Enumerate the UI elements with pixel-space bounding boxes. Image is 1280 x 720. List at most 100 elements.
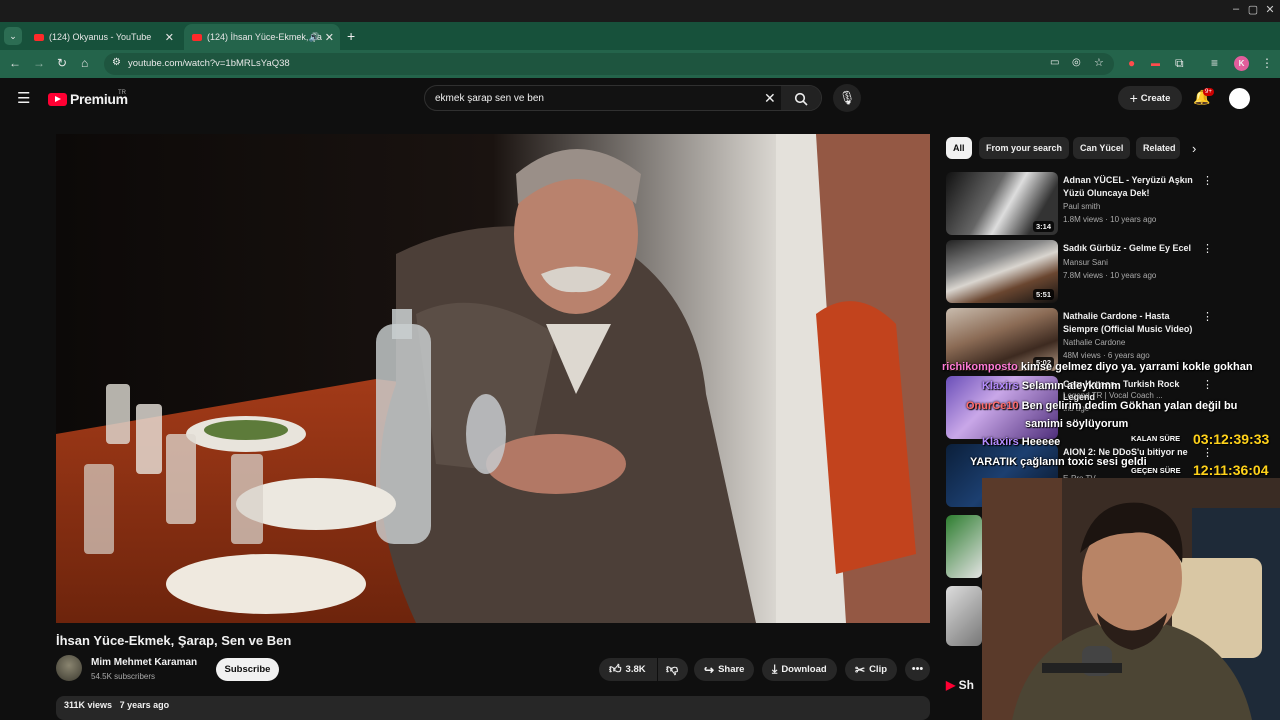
close-tab-icon[interactable]: ✕ xyxy=(165,31,174,44)
recommendation-thumbnail[interactable] xyxy=(946,515,982,578)
youtube-play-logo-icon xyxy=(48,92,67,106)
tab-ihsan-yuce[interactable]: (124) İhsan Yüce-Ekmek, Şa 🔊 ✕ xyxy=(184,24,340,50)
scissors-icon: ✂ xyxy=(855,662,866,677)
tab-search-button[interactable]: ⌄ xyxy=(4,27,22,45)
video-player[interactable] xyxy=(56,134,930,623)
elapsed-time-label: GEÇEN SÜRE xyxy=(1131,466,1181,475)
hamburger-menu-icon[interactable]: ☰ xyxy=(17,89,30,107)
subscriber-count: 54.5K subscribers xyxy=(91,672,156,681)
recommendation-thumbnail[interactable]: 5:51 xyxy=(946,240,1058,303)
kebab-menu-icon[interactable]: ⋮ xyxy=(1202,174,1213,187)
recommendation-item[interactable]: 5:51 Sadık Gürbüz - Gelme Ey Ecel Mansur… xyxy=(946,240,1216,303)
recommendation-item[interactable]: 3:14 Adnan YÜCEL - Yeryüzü Aşkın Yüzü Ol… xyxy=(946,172,1216,235)
reload-icon[interactable]: ↻ xyxy=(57,56,67,70)
more-actions-button[interactable]: ••• xyxy=(905,658,930,681)
recommendation-channel[interactable]: Nathalie Cardone xyxy=(1063,338,1125,347)
close-tab-icon[interactable]: ✕ xyxy=(325,31,334,44)
browser-toolbar: ← → ↻ ⌂ ⚙ youtube.com/watch?v=1bMRLsYaQ3… xyxy=(0,50,1280,78)
recommendation-title[interactable]: Sadık Gürbüz - Gelme Ey Ecel xyxy=(1063,242,1195,255)
microphone-icon: 🎙 xyxy=(838,90,856,105)
recommendation-meta: 48M views · 6 years ago xyxy=(1063,351,1150,360)
dislike-button[interactable]: 👎︎ xyxy=(658,658,688,681)
recommendation-thumbnail[interactable]: 3:14 xyxy=(946,172,1058,235)
share-button[interactable]: ↪ Share xyxy=(694,658,755,681)
extension-badge-icon[interactable]: ▬ xyxy=(1151,58,1160,68)
kebab-menu-icon[interactable]: ⋮ xyxy=(1202,446,1213,459)
chevron-right-icon[interactable]: › xyxy=(1192,141,1196,156)
recommendation-meta: 1.8M views · 10 years ago xyxy=(1063,215,1157,224)
tracking-icon[interactable]: ◎ xyxy=(1072,57,1081,68)
youtube-logo[interactable]: Premium xyxy=(48,91,128,107)
search-input[interactable]: ekmek şarap sen ve ben xyxy=(435,93,544,104)
forward-icon[interactable]: → xyxy=(33,56,45,70)
chip-can-yucel[interactable]: Can Yücel xyxy=(1073,137,1131,159)
notification-count-badge: 9+ xyxy=(1203,88,1214,96)
thumbs-up-icon: 👍︎ xyxy=(609,662,622,676)
recommendation-title[interactable]: Nathalie Cardone - Hasta Siempre (Offici… xyxy=(1063,310,1195,335)
back-icon[interactable]: ← xyxy=(9,56,21,70)
recommendation-channel[interactable]: Mansur Sani xyxy=(1063,258,1108,267)
chip-all[interactable]: All xyxy=(946,137,972,159)
share-label: Share xyxy=(718,664,745,675)
download-button[interactable]: ⤓ Download xyxy=(762,658,837,681)
description-box[interactable]: 311K views 7 years ago xyxy=(56,696,930,720)
recommendation-channel[interactable]: Legend TR | Vocal Coach ... xyxy=(1063,391,1163,400)
webcam-image xyxy=(982,478,1280,720)
url-text[interactable]: youtube.com/watch?v=1bMRLsYaQ38 xyxy=(128,58,290,69)
chat-username: Klaxirs xyxy=(982,380,1019,392)
kebab-menu-icon[interactable]: ⋮ xyxy=(1202,378,1213,391)
chat-message: kimse gelmez diyo ya. yarrami kokle gokh… xyxy=(1020,361,1253,373)
minimize-icon[interactable]: – xyxy=(1227,3,1245,15)
recommendation-channel[interactable]: Paul smith xyxy=(1063,202,1100,211)
chat-line: OnurCe10 Ben gelirim dedim Gökhan yalan … xyxy=(966,400,1237,412)
cast-icon[interactable]: ▭ xyxy=(1050,57,1059,68)
window-titlebar: – ▢ ✕ xyxy=(0,0,1280,22)
audio-playing-icon[interactable]: 🔊 xyxy=(309,32,320,43)
search-icon xyxy=(794,92,808,106)
profile-avatar[interactable]: K xyxy=(1234,56,1249,71)
voice-search-button[interactable]: 🎙 xyxy=(833,84,861,112)
chat-username: OnurCe10 xyxy=(966,400,1019,412)
extensions-icon[interactable]: ⧉ xyxy=(1175,56,1184,71)
tab-okyanus[interactable]: (124) Okyanus - YouTube ✕ xyxy=(26,24,180,50)
browser-menu-icon[interactable]: ⋮ xyxy=(1261,56,1273,70)
address-bar[interactable]: ⚙ youtube.com/watch?v=1bMRLsYaQ38 ▭ ◎ ☆ xyxy=(104,53,1114,75)
clear-search-icon[interactable]: ✕ xyxy=(764,90,776,107)
chat-message: çağlanın toxic sesi geldi xyxy=(1020,456,1147,468)
more-horizontal-icon: ••• xyxy=(911,663,924,675)
chat-message: Heeeee xyxy=(1021,436,1061,448)
channel-avatar[interactable] xyxy=(56,655,82,681)
chat-message: Selamın aleykümm xyxy=(1021,380,1121,392)
chat-username: richikomposto xyxy=(942,361,1018,373)
recommendation-thumbnail[interactable] xyxy=(946,586,982,646)
kebab-menu-icon[interactable]: ⋮ xyxy=(1202,310,1213,323)
chip-related[interactable]: Related xyxy=(1136,137,1180,159)
site-info-icon[interactable]: ⚙ xyxy=(112,57,121,68)
kebab-menu-icon[interactable]: ⋮ xyxy=(1202,242,1213,255)
elapsed-time: 12:11:36:04 xyxy=(1193,462,1269,478)
channel-name[interactable]: Mim Mehmet Karaman xyxy=(91,657,197,668)
clip-label: Clip xyxy=(869,664,888,675)
new-tab-icon[interactable]: + xyxy=(347,28,355,44)
account-avatar[interactable] xyxy=(1229,88,1250,109)
remaining-time-label: KALAN SÜRE xyxy=(1131,434,1181,443)
bookmark-star-icon[interactable]: ☆ xyxy=(1094,56,1104,69)
create-button[interactable]: + Create xyxy=(1118,86,1182,110)
search-button[interactable] xyxy=(781,86,821,110)
home-icon[interactable]: ⌂ xyxy=(81,56,88,70)
close-window-icon[interactable]: ✕ xyxy=(1261,3,1279,16)
media-control-icon[interactable]: ≡ xyxy=(1211,56,1218,70)
clip-button[interactable]: ✂ Clip xyxy=(845,658,898,681)
extension-record-icon[interactable]: ● xyxy=(1128,56,1135,70)
chip-from-your-search[interactable]: From your search xyxy=(979,137,1070,159)
plus-icon: + xyxy=(1129,90,1138,106)
shorts-logo-icon: ▶ xyxy=(946,678,956,692)
recommendation-title[interactable]: Adnan YÜCEL - Yeryüzü Aşkın Yüzü Oluncay… xyxy=(1063,174,1195,199)
maximize-icon[interactable]: ▢ xyxy=(1244,3,1262,16)
chat-username: Klaxirs xyxy=(982,436,1019,448)
subscribe-button[interactable]: Subscribe xyxy=(216,658,279,681)
webcam-overlay xyxy=(982,478,1280,720)
like-button[interactable]: 👍︎ 3.8K xyxy=(599,658,657,681)
search-box[interactable]: ekmek şarap sen ve ben ✕ xyxy=(424,85,822,111)
chat-message: samimi söylüyorum xyxy=(1025,418,1129,430)
